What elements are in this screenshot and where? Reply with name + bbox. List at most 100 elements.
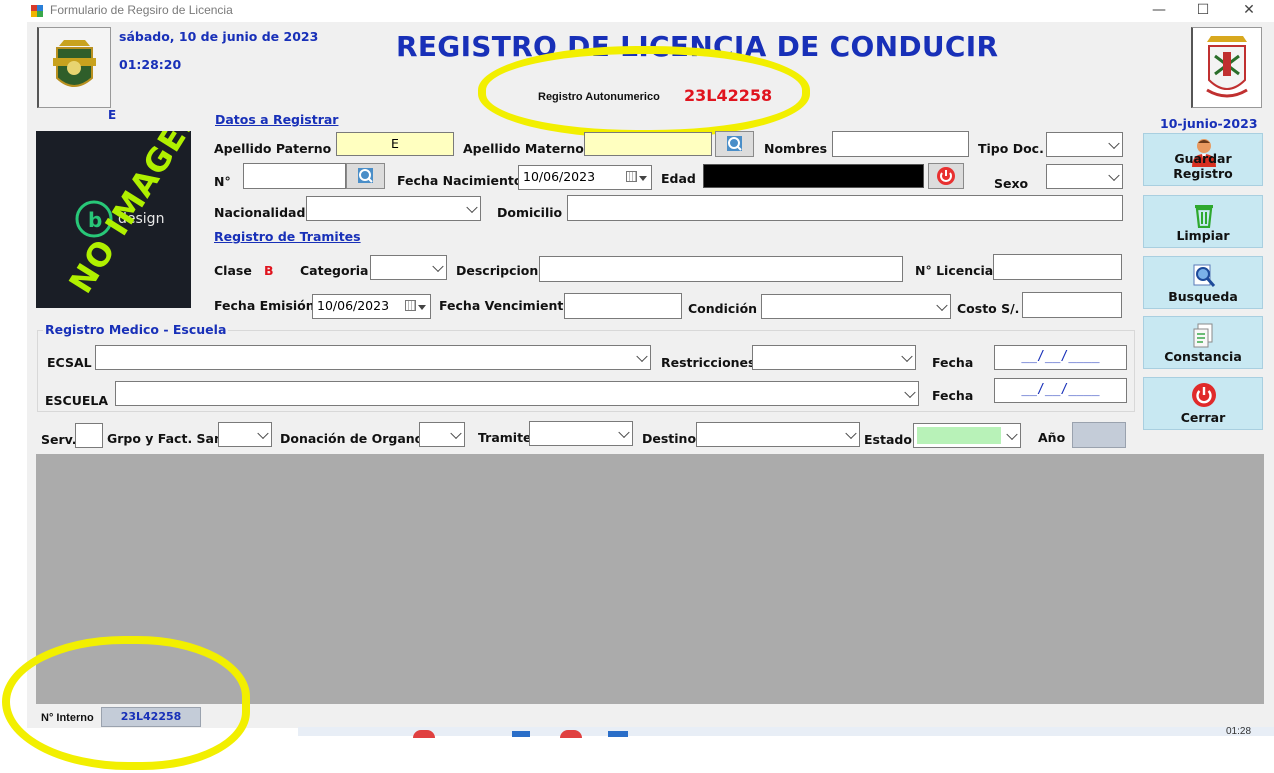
nombres-label: Nombres <box>764 141 828 156</box>
serv-input[interactable] <box>75 423 103 448</box>
sexo-select[interactable] <box>1046 164 1123 189</box>
fecha-nacimiento-picker[interactable]: 10/06/2023 <box>518 165 652 190</box>
limpiar-button[interactable]: Limpiar <box>1143 195 1263 248</box>
taskbar-app-icon[interactable] <box>560 730 582 738</box>
search-icon <box>727 136 742 151</box>
nombres-input[interactable] <box>832 131 969 157</box>
fecha-vencimiento-input[interactable] <box>564 293 682 319</box>
chevron-down-icon <box>639 176 647 181</box>
fecha-emision-picker[interactable]: 10/06/2023 <box>312 294 431 319</box>
escuela-select[interactable] <box>115 381 919 406</box>
apellido-paterno-input[interactable]: E <box>336 132 454 156</box>
tramite-select[interactable] <box>529 421 633 446</box>
domicilio-input[interactable] <box>567 195 1123 221</box>
search-materno-button[interactable] <box>715 131 754 157</box>
shield-icon <box>53 40 96 87</box>
maximize-button[interactable]: ☐ <box>1180 0 1226 22</box>
numero-label: N° <box>214 174 231 189</box>
cerrar-button[interactable]: Cerrar <box>1143 377 1263 430</box>
search-documento-button[interactable] <box>346 163 385 189</box>
constancia-button[interactable]: Constancia <box>1143 316 1263 369</box>
fecha-ecsal-input[interactable]: __/__/____ <box>994 345 1127 370</box>
close-window-button[interactable]: ✕ <box>1226 0 1272 22</box>
nacionalidad-select[interactable] <box>306 196 481 221</box>
document-icon <box>1193 323 1213 348</box>
left-letter-label: E <box>108 108 117 122</box>
section-tramites: Registro de Tramites <box>214 229 361 244</box>
chevron-down-icon <box>1108 169 1120 181</box>
guardar-registro-button[interactable]: Guardar Registro <box>1143 133 1263 186</box>
taskbar-clock: 01:28 <box>1226 726 1252 737</box>
fecha-nacimiento-value: 10/06/2023 <box>523 169 596 184</box>
power-icon <box>937 167 955 185</box>
sexo-label: Sexo <box>994 176 1029 191</box>
escuela-label: ESCUELA <box>45 393 109 408</box>
ecsal-select[interactable] <box>95 345 651 370</box>
nacionalidad-label: Nacionalidad <box>214 205 306 220</box>
chevron-down-icon <box>450 427 462 439</box>
highlight-mark-bottom <box>2 636 250 770</box>
busqueda-label: Busqueda <box>1168 289 1238 304</box>
chevron-down-icon <box>1108 137 1120 149</box>
fecha-escuela-input[interactable]: __/__/____ <box>994 378 1127 403</box>
clase-label: Clase <box>214 263 252 278</box>
ecsal-label: ECSAL <box>47 355 92 370</box>
n-licencia-input[interactable] <box>993 254 1122 280</box>
taskbar-app-icon[interactable] <box>512 731 530 737</box>
crest-icon <box>1206 36 1248 98</box>
n-licencia-label: N° Licencia <box>915 263 994 278</box>
numero-documento-input[interactable] <box>243 163 346 189</box>
edad-label: Edad <box>661 171 696 186</box>
current-time-label: 01:28:20 <box>119 57 182 72</box>
estado-select[interactable] <box>913 423 1021 448</box>
municipal-logo-left <box>37 27 111 108</box>
calcular-edad-button[interactable] <box>928 163 964 189</box>
cerrar-label: Cerrar <box>1180 410 1226 425</box>
chevron-down-icon <box>901 350 913 362</box>
chevron-down-icon <box>1006 428 1018 440</box>
serv-label: Serv. <box>41 432 77 447</box>
anio-field[interactable] <box>1072 422 1126 448</box>
condicion-label: Condición <box>688 301 758 316</box>
calendar-icon <box>626 171 637 182</box>
apellido-materno-input[interactable] <box>584 132 712 156</box>
destino-label: Destino <box>642 431 697 446</box>
tipo-doc-select[interactable] <box>1046 132 1123 157</box>
chevron-down-icon <box>845 427 857 439</box>
section-datos: Datos a Registrar <box>215 112 339 127</box>
chevron-down-icon <box>257 427 269 439</box>
fecha-nacimiento-label: Fecha Nacimiento <box>397 173 523 188</box>
photo-placeholder[interactable]: b design NO IMAGEN <box>36 131 191 308</box>
fecha-vencimiento-label: Fecha Vencimiento <box>439 298 572 313</box>
taskbar-app-icon[interactable] <box>608 731 628 737</box>
guardar-registro-label: Guardar Registro <box>1173 151 1233 181</box>
chevron-down-icon <box>618 426 630 438</box>
descripcion-label: Descripcion <box>456 263 539 278</box>
chevron-down-icon <box>432 260 444 272</box>
categoria-select[interactable] <box>370 255 447 280</box>
estado-selected-fill <box>917 427 1001 444</box>
chevron-down-icon <box>636 350 648 362</box>
condicion-select[interactable] <box>761 294 951 319</box>
power-icon <box>1192 383 1216 407</box>
restricciones-select[interactable] <box>752 345 916 370</box>
anio-label: Año <box>1038 430 1066 445</box>
taskbar-app-icon[interactable] <box>413 730 435 738</box>
chevron-down-icon <box>936 299 948 311</box>
estado-label: Estado <box>864 432 912 447</box>
short-date-label: 10-junio-2023 <box>1160 116 1258 131</box>
apellido-materno-label: Apellido Materno <box>463 141 584 156</box>
fecha-ecsal-label: Fecha <box>932 355 974 370</box>
busqueda-button[interactable]: Busqueda <box>1143 256 1263 309</box>
fecha-emision-value: 10/06/2023 <box>317 298 390 313</box>
fecha-escuela-label: Fecha <box>932 388 974 403</box>
minimize-button[interactable]: — <box>1136 0 1182 22</box>
destino-select[interactable] <box>696 422 860 447</box>
grupo-sanguineo-select[interactable] <box>218 422 272 447</box>
section-medico: Registro Medico - Escuela <box>43 322 229 337</box>
descripcion-input[interactable] <box>539 256 903 282</box>
donacion-select[interactable] <box>419 422 465 447</box>
highlight-mark-top <box>478 46 810 138</box>
costo-input[interactable] <box>1022 292 1122 318</box>
edad-field[interactable] <box>703 164 924 188</box>
